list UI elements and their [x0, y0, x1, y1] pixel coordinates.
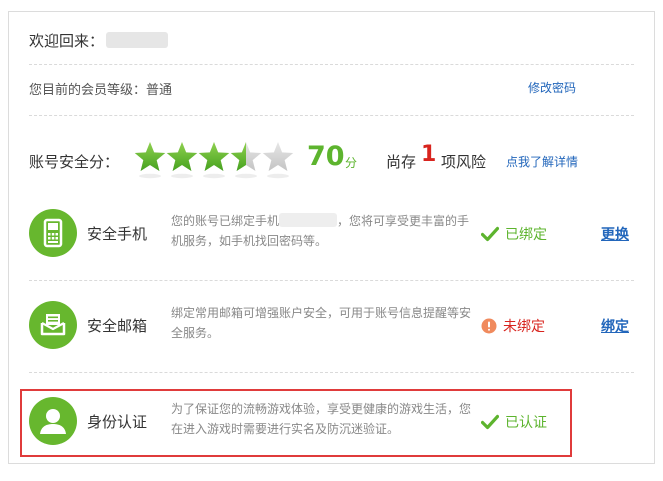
- rating-star: [166, 142, 198, 179]
- status-text: 已认证: [505, 415, 547, 431]
- check-icon: [481, 226, 499, 242]
- item-description: 绑定常用邮箱可增强账户安全，可用于账号信息提醒等安全服务。: [171, 306, 472, 340]
- risk-count: 1: [421, 142, 437, 167]
- item-title: 身份认证: [87, 413, 148, 431]
- welcome-text: 欢迎回来：: [29, 30, 169, 51]
- risk-detail-link[interactable]: 点我了解详情: [506, 153, 578, 170]
- rating-star: [230, 142, 262, 179]
- status-text: 未绑定: [503, 319, 545, 335]
- user-icon: [29, 397, 77, 445]
- phone-icon: [29, 209, 77, 257]
- rating-star: [262, 142, 294, 179]
- member-level-value: 普通: [146, 83, 173, 98]
- score-label: 账号安全分：: [29, 153, 120, 171]
- member-level: 您目前的会员等级：普通: [29, 79, 172, 98]
- risk-suffix: 项风险: [441, 153, 487, 171]
- item-title: 安全邮箱: [87, 317, 148, 335]
- rating-star: [134, 142, 166, 179]
- welcome-label: 欢迎回来：: [29, 32, 105, 50]
- divider: [29, 115, 634, 116]
- security-item-email: 安全邮箱 绑定常用邮箱可增强账户安全，可用于账号信息提醒等安全服务。 未绑定 绑…: [29, 301, 639, 361]
- star-rating: [134, 142, 294, 179]
- divider: [29, 280, 634, 281]
- status-badge: 未绑定: [481, 316, 545, 336]
- username-redacted: [106, 32, 169, 48]
- status-badge: 已绑定: [481, 224, 547, 244]
- warning-icon: [481, 318, 497, 334]
- status-text: 已绑定: [505, 227, 547, 243]
- email-icon: [29, 301, 77, 349]
- item-title: 安全手机: [87, 225, 148, 243]
- item-description: 您的账号已绑定手机 ，您将可享受更丰富的手机服务，如手机找回密码等。: [171, 211, 471, 251]
- change-password-link[interactable]: 修改密码: [528, 79, 576, 96]
- security-score-row: 账号安全分： 70 分 尚存 1 项风险 点我了解详情: [29, 140, 649, 180]
- security-item-identity: 身份认证 为了保证您的流畅游戏体验，享受更健康的游戏生活，您在进入游戏时需要进行…: [29, 397, 639, 457]
- divider: [29, 372, 634, 373]
- security-item-phone: 安全手机 您的账号已绑定手机 ，您将可享受更丰富的手机服务，如手机找回密码等。 已…: [29, 209, 639, 269]
- risk-prefix: 尚存: [386, 153, 417, 171]
- score-value: 70: [307, 141, 345, 172]
- score-unit: 分: [345, 156, 358, 170]
- account-security-panel: 欢迎回来： 您目前的会员等级：普通 修改密码 账号安全分： 70 分 尚存 1 …: [8, 11, 655, 464]
- phone-number-redacted: [279, 213, 338, 227]
- divider: [29, 64, 634, 65]
- check-icon: [481, 414, 499, 430]
- rating-star: [198, 142, 230, 179]
- status-badge: 已认证: [481, 412, 547, 432]
- member-level-label: 您目前的会员等级：: [29, 83, 147, 98]
- change-phone-button[interactable]: 更换: [601, 224, 629, 244]
- item-description-part: 您的账号已绑定手机: [171, 214, 280, 228]
- bind-email-button[interactable]: 绑定: [601, 316, 629, 336]
- item-description: 为了保证您的流畅游戏体验，享受更健康的游戏生活，您在进入游戏时需要进行实名及防沉…: [171, 402, 472, 436]
